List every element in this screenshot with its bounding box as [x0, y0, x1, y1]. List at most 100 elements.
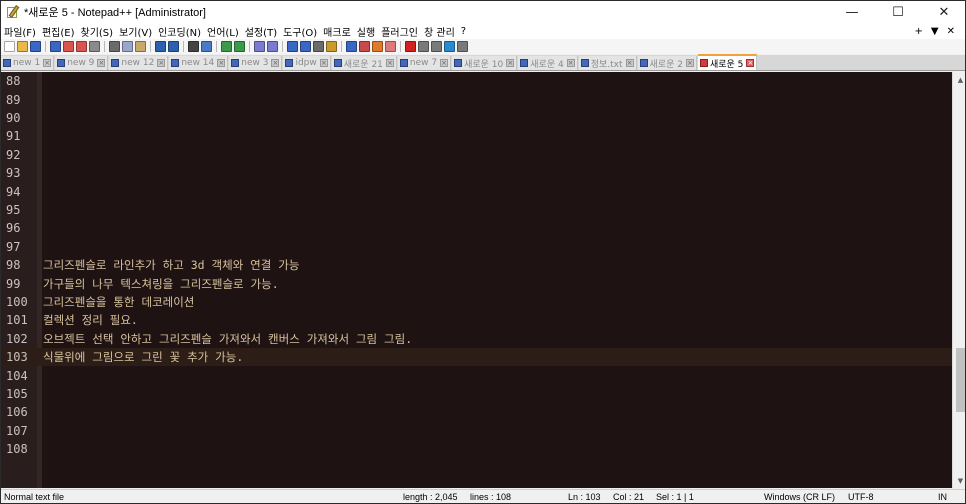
menu-tools[interactable]: 도구(O) — [280, 24, 320, 39]
sync-h-icon[interactable] — [267, 41, 278, 52]
editor-line[interactable]: 101 컬렉션 정리 필요. — [1, 311, 952, 329]
editor-area[interactable]: 88 89 90 91 92 93 94 95 96 97 98 그리즈펜슬로 라인추가 하고 3d … — [1, 72, 952, 488]
show-all-icon[interactable] — [300, 41, 311, 52]
tab-close-icon[interactable]: × — [506, 59, 515, 67]
function-list-icon[interactable] — [359, 41, 370, 52]
tab-close-icon[interactable]: × — [685, 59, 694, 67]
line-text[interactable]: 그리즈펜슬을 통한 데코레이션 — [43, 294, 194, 310]
notepad-plus-plus-app-icon[interactable] — [6, 5, 20, 19]
scroll-thumb[interactable] — [956, 348, 965, 412]
find-icon[interactable] — [188, 41, 199, 52]
menu-settings[interactable]: 설정(T) — [242, 24, 280, 39]
tab-close-icon[interactable]: × — [217, 59, 226, 67]
line-text[interactable]: 식물위에 그림으로 그린 꽃 추가 가능. — [43, 349, 243, 365]
tab-close-icon[interactable]: × — [319, 59, 328, 67]
tab-close-icon[interactable]: × — [97, 59, 106, 67]
menu-search[interactable]: 찾기(S) — [78, 24, 117, 39]
tab-close-icon[interactable]: × — [746, 59, 755, 67]
tab-close-icon[interactable]: × — [625, 59, 634, 67]
menu-macro[interactable]: 매크로 — [320, 24, 354, 39]
sync-v-icon[interactable] — [254, 41, 265, 52]
copy-icon[interactable] — [122, 41, 133, 52]
undo-icon[interactable] — [155, 41, 166, 52]
menu-help[interactable]: ? — [458, 26, 469, 37]
monitor-icon[interactable] — [385, 41, 396, 52]
close-document-button[interactable]: ✕ — [947, 26, 955, 37]
editor-line[interactable]: 93 — [1, 164, 952, 182]
redo-icon[interactable] — [168, 41, 179, 52]
cut-icon[interactable] — [109, 41, 120, 52]
tab-close-icon[interactable]: × — [440, 59, 449, 67]
line-text[interactable]: 그리즈펜슬로 라인추가 하고 3d 객체와 연결 가능 — [43, 257, 299, 273]
new-tab-button[interactable]: + — [915, 26, 923, 37]
close-all-icon[interactable] — [76, 41, 87, 52]
document-tab[interactable]: 새로운 10 × — [452, 56, 518, 70]
minimize-button[interactable]: — — [829, 1, 875, 23]
editor-line[interactable]: 90 — [1, 109, 952, 127]
print-icon[interactable] — [89, 41, 100, 52]
editor-line[interactable]: 98 그리즈펜슬로 라인추가 하고 3d 객체와 연결 가능 — [1, 256, 952, 274]
document-tab[interactable]: 정보.txt × — [578, 56, 637, 70]
document-tab[interactable]: new 3 × — [229, 56, 283, 70]
menu-view[interactable]: 보기(V) — [116, 24, 155, 39]
status-insert-mode[interactable]: IN — [938, 492, 947, 502]
menu-plugins[interactable]: 플러그인 — [378, 24, 421, 39]
scroll-down-icon[interactable]: ▼ — [953, 473, 965, 488]
editor-line[interactable]: 91 — [1, 127, 952, 145]
zoom-in-icon[interactable] — [221, 41, 232, 52]
save-icon[interactable] — [30, 41, 41, 52]
editor-line[interactable]: 106 — [1, 403, 952, 421]
tab-close-icon[interactable]: × — [271, 59, 280, 67]
run-multiple-icon[interactable] — [444, 41, 455, 52]
close-icon[interactable] — [63, 41, 74, 52]
new-file-icon[interactable] — [4, 41, 15, 52]
menu-window[interactable]: 창 관리 — [421, 24, 458, 39]
editor-line[interactable]: 100 그리즈펜슬을 통한 데코레이션 — [1, 293, 952, 311]
menu-edit[interactable]: 편집(E) — [39, 24, 78, 39]
tab-close-icon[interactable]: × — [157, 59, 166, 67]
status-eol[interactable]: Windows (CR LF) — [764, 492, 835, 502]
close-button[interactable]: ✕ — [921, 1, 965, 23]
editor-line[interactable]: 92 — [1, 146, 952, 164]
menu-encoding[interactable]: 인코딩(N) — [155, 24, 204, 39]
menu-language[interactable]: 언어(L) — [204, 24, 242, 39]
paste-icon[interactable] — [135, 41, 146, 52]
editor-line[interactable]: 89 — [1, 90, 952, 108]
editor-line[interactable]: 108 — [1, 440, 952, 458]
tab-close-icon[interactable]: × — [566, 59, 575, 67]
replace-icon[interactable] — [201, 41, 212, 52]
document-tab[interactable]: new 9 × — [55, 56, 109, 70]
title-bar[interactable]: *새로운 5 - Notepad++ [Administrator] — ☐ ✕ — [1, 1, 965, 23]
document-tab[interactable]: new 12 × — [109, 56, 169, 70]
udl-icon[interactable] — [326, 41, 337, 52]
editor-line[interactable]: 94 — [1, 182, 952, 200]
document-tab[interactable]: 새로운 5 × — [697, 54, 758, 70]
vertical-scrollbar[interactable]: ▲ ▼ — [952, 72, 965, 488]
wrap-icon[interactable] — [287, 41, 298, 52]
tab-list-dropdown-icon[interactable]: ▼ — [931, 26, 939, 37]
line-text[interactable]: 가구들의 나무 텍스쳐링을 그리즈펜슬로 가능. — [43, 276, 279, 292]
play-macro-icon[interactable] — [431, 41, 442, 52]
tab-close-icon[interactable]: × — [385, 59, 394, 67]
doc-map-icon[interactable] — [346, 41, 357, 52]
document-tab[interactable]: 새로운 21 × — [331, 56, 397, 70]
zoom-out-icon[interactable] — [234, 41, 245, 52]
menu-file[interactable]: 파일(F) — [1, 24, 39, 39]
editor-line[interactable]: 97 — [1, 238, 952, 256]
line-text[interactable]: 컬렉션 정리 필요. — [43, 312, 138, 328]
line-text[interactable]: 오브젝트 선택 안하고 그리즈펜슬 가져와서 캔버스 가져와서 그림 그림. — [43, 331, 412, 347]
current-line[interactable]: 103 식물위에 그림으로 그린 꽃 추가 가능. — [1, 348, 952, 367]
editor-line[interactable]: 104 — [1, 366, 952, 384]
status-encoding[interactable]: UTF-8 — [848, 492, 874, 502]
menu-run[interactable]: 실행 — [354, 24, 378, 39]
editor-line[interactable]: 96 — [1, 219, 952, 237]
scroll-up-icon[interactable]: ▲ — [953, 72, 965, 87]
editor-line[interactable]: 107 — [1, 422, 952, 440]
document-tab[interactable]: 새로운 4 × — [518, 56, 578, 70]
record-macro-icon[interactable] — [405, 41, 416, 52]
document-tab[interactable]: new 14 × — [169, 56, 229, 70]
editor-line[interactable]: 88 — [1, 72, 952, 90]
document-tab[interactable]: new 1 × — [1, 56, 55, 70]
document-tab[interactable]: idpw × — [283, 56, 331, 70]
folder-workspace-icon[interactable] — [372, 41, 383, 52]
